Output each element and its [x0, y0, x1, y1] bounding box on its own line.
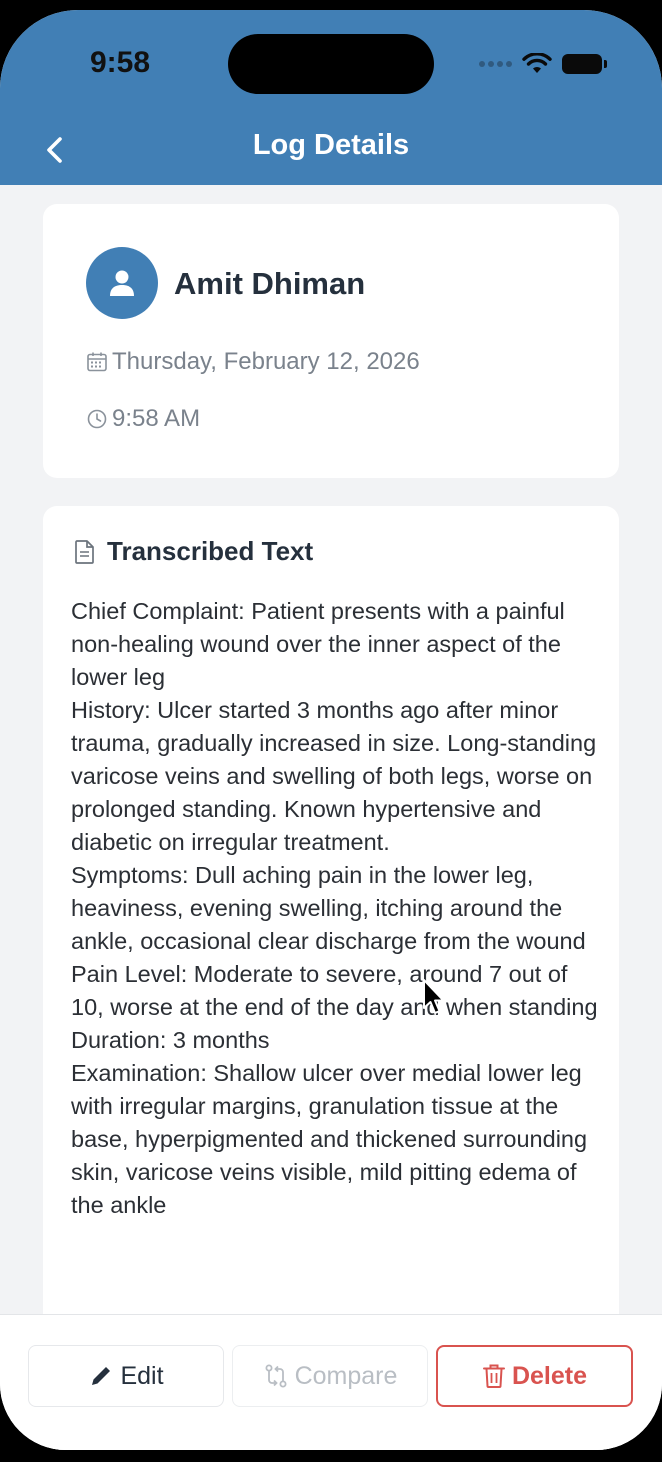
- delete-button[interactable]: Delete: [436, 1345, 633, 1407]
- document-icon: [75, 539, 94, 564]
- delete-label: Delete: [511, 1361, 588, 1390]
- clock-icon: [87, 409, 107, 429]
- page-title: Log Details: [252, 129, 410, 161]
- compare-button[interactable]: Compare: [232, 1345, 428, 1407]
- transcription-card: Transcribed Text Chief Complaint: Patien…: [43, 506, 619, 1346]
- signal-icon: [479, 61, 512, 67]
- battery-icon: [562, 54, 607, 74]
- wifi-icon: [522, 53, 552, 73]
- transcription-body: Chief Complaint: Patient presents with a…: [71, 598, 598, 1218]
- trash-icon: [482, 1364, 505, 1388]
- patient-card: Amit Dhiman Thursday, February 12, 2026 …: [43, 204, 619, 478]
- status-icons: [479, 52, 607, 76]
- patient-name: Amit Dhiman: [174, 266, 366, 301]
- transcription-title: Transcribed Text: [107, 536, 314, 566]
- calendar-icon: [87, 352, 107, 372]
- transcription-header: Transcribed Text: [73, 536, 313, 567]
- user-icon: [110, 270, 134, 296]
- mouse-cursor-icon: [423, 979, 445, 1014]
- home-indicator-area: [0, 1420, 662, 1450]
- edit-label: Edit: [120, 1361, 164, 1390]
- dynamic-island: [228, 34, 434, 94]
- app-screen: 9:58 Log Details Amit Dhiman Thursday, F…: [0, 10, 662, 1450]
- app-header: 9:58 Log Details: [0, 10, 662, 185]
- avatar: [86, 247, 158, 319]
- log-time: 9:58 AM: [86, 405, 200, 433]
- log-date: Thursday, February 12, 2026: [86, 348, 420, 376]
- compare-label: Compare: [294, 1361, 398, 1390]
- compare-arrows-icon: [265, 1364, 287, 1388]
- device-frame: 9:58 Log Details Amit Dhiman Thursday, F…: [0, 0, 662, 1462]
- log-date-text: Thursday, February 12, 2026: [112, 348, 420, 375]
- pencil-icon: [92, 1367, 111, 1385]
- edit-button[interactable]: Edit: [28, 1345, 224, 1407]
- status-time: 9:58: [90, 46, 151, 79]
- log-time-text: 9:58 AM: [112, 405, 201, 432]
